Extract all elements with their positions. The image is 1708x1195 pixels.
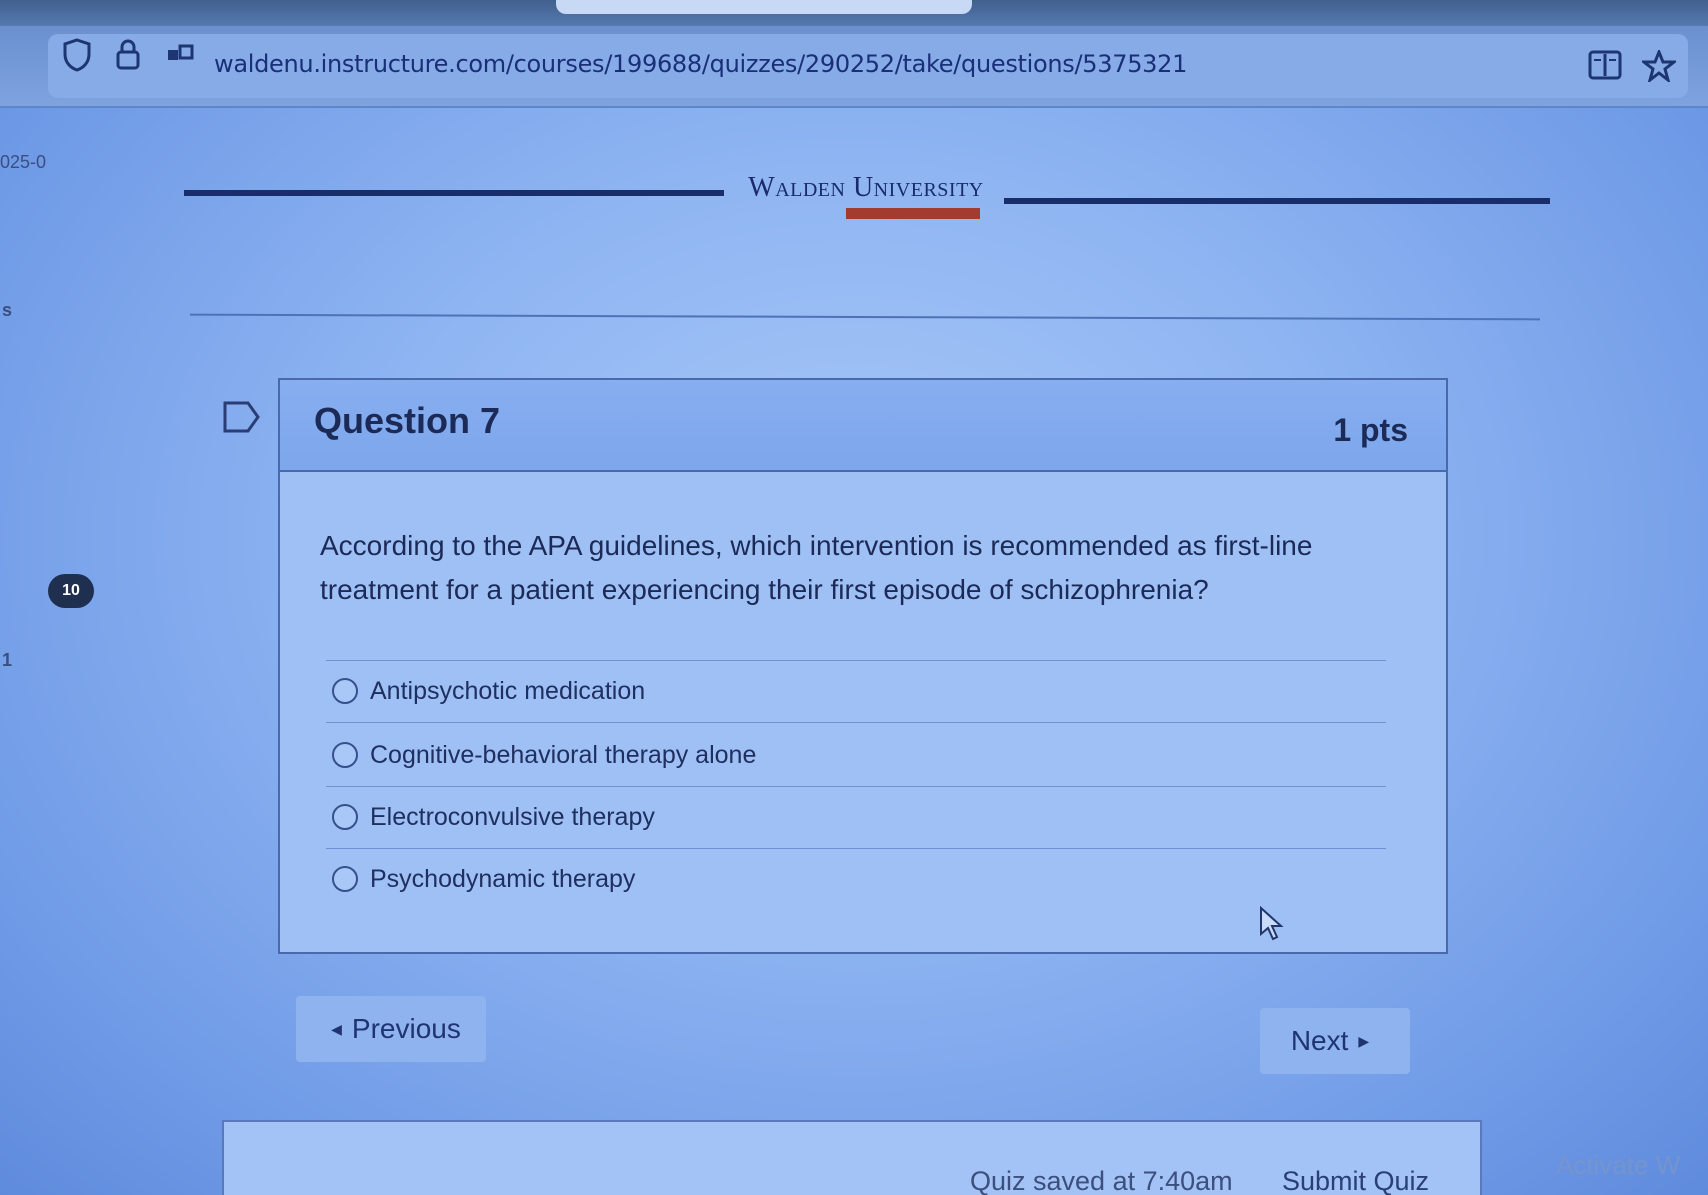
flag-icon[interactable] <box>222 400 262 434</box>
radio-button[interactable] <box>332 866 358 892</box>
chevron-right-icon: ▶ <box>1358 1032 1370 1049</box>
radio-button[interactable] <box>332 678 358 704</box>
answer-label: Antipsychotic medication <box>370 676 646 705</box>
active-tab[interactable] <box>556 0 972 14</box>
walden-university-logo: Walden University <box>748 172 984 203</box>
banner-line-left <box>184 190 724 196</box>
answer-divider <box>326 660 1386 661</box>
previous-label: Previous <box>351 1013 461 1044</box>
question-header: Question 7 1 pts <box>280 380 1446 472</box>
submit-quiz-button[interactable]: Submit Quiz <box>1282 1166 1429 1195</box>
separator <box>190 313 1540 321</box>
permissions-icon[interactable] <box>166 42 196 74</box>
question-count-badge: 10 <box>48 574 94 608</box>
answer-label: Cognitive-behavioral therapy alone <box>370 740 757 769</box>
answer-label: Electroconvulsive therapy <box>370 802 655 831</box>
activate-windows-watermark: Activate W <box>1556 1150 1681 1180</box>
banner-line-right <box>1004 198 1550 204</box>
question-points: 1 pts <box>1333 412 1408 448</box>
answer-divider <box>326 722 1386 723</box>
edge-fragment: 1 <box>2 650 13 670</box>
quiz-saved-status: Quiz saved at 7:40am <box>970 1166 1233 1195</box>
answer-option[interactable]: Cognitive-behavioral therapy alone <box>332 730 1332 780</box>
edge-fragment: s <box>2 300 13 320</box>
edge-fragment: 025-0 <box>0 152 47 172</box>
chevron-left-icon: ◀ <box>331 1020 342 1037</box>
logo-tagline-strip <box>846 208 980 219</box>
url-text[interactable]: waldenu.instructure.com/courses/199688/q… <box>214 50 1187 78</box>
reader-view-icon[interactable] <box>1588 50 1622 86</box>
answer-option[interactable]: Psychodynamic therapy <box>332 854 1332 904</box>
shield-icon[interactable] <box>62 38 92 78</box>
bookmark-star-icon[interactable] <box>1639 47 1679 88</box>
next-button[interactable]: Next ▶ <box>1260 1008 1410 1074</box>
answer-label: Psychodynamic therapy <box>370 864 636 893</box>
answer-divider <box>326 786 1386 787</box>
question-card: Question 7 1 pts According to the APA gu… <box>278 378 1448 954</box>
answer-option[interactable]: Electroconvulsive therapy <box>332 792 1332 842</box>
answer-option[interactable]: Antipsychotic medication <box>332 666 1332 716</box>
lock-icon[interactable] <box>114 38 142 78</box>
question-text: According to the APA guidelines, which i… <box>320 530 1313 605</box>
radio-button[interactable] <box>332 804 358 830</box>
next-label: Next <box>1290 1025 1349 1056</box>
radio-button[interactable] <box>332 742 358 768</box>
question-title: Question 7 <box>314 400 501 441</box>
cursor-icon <box>1258 905 1284 942</box>
answer-divider <box>326 848 1386 849</box>
previous-button[interactable]: ◀ Previous <box>296 996 486 1062</box>
screen: waldenu.instructure.com/courses/199688/q… <box>0 0 1708 1195</box>
